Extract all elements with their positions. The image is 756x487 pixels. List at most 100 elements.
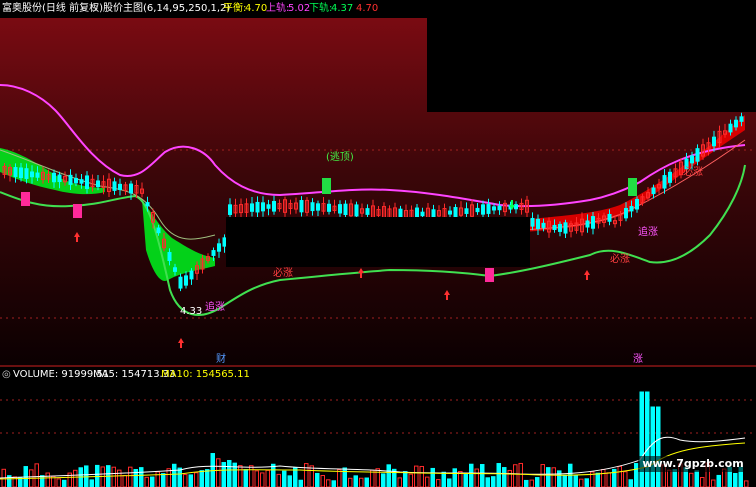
cai-marker[interactable]: 财 — [216, 352, 226, 365]
lower-value: 4.37 — [331, 3, 354, 14]
volume-panel[interactable]: ◎ VOLUME: 91999.51 MA5: 154713.33 MA10: … — [0, 367, 756, 487]
candle-body — [19, 167, 23, 179]
volume-bar — [386, 464, 391, 487]
volume-bar — [557, 470, 562, 487]
volume-bar — [474, 468, 479, 487]
volume-bar — [496, 463, 501, 487]
volume-bar — [551, 467, 556, 487]
volume-bar — [73, 469, 78, 487]
upper-label: 上轨: — [266, 3, 290, 14]
candle-body — [30, 171, 34, 178]
candle-body — [52, 172, 56, 183]
price-chart-panel[interactable]: (逃顶) 追涨 追涨 必涨 必涨 必涨 4.33 财 涨 — [0, 18, 756, 365]
volume-bar — [436, 479, 441, 487]
volume-bar — [672, 469, 677, 487]
marker-box-2 — [73, 204, 82, 218]
candle-body — [585, 220, 590, 228]
volume-bars — [1, 391, 749, 487]
volume-bar — [139, 467, 144, 487]
candle-body — [662, 175, 667, 189]
volume-bar — [34, 463, 39, 487]
volume-bar — [430, 467, 435, 487]
candle-body — [420, 211, 425, 217]
candle-body — [541, 222, 546, 228]
volume-bar — [205, 469, 210, 487]
escape-label: (逃顶) — [326, 150, 354, 163]
volume-bar — [172, 463, 177, 487]
volume-bar — [573, 474, 578, 487]
volume-bar — [161, 473, 166, 487]
candle-body — [112, 181, 117, 191]
candle-body — [266, 204, 271, 209]
volume-bar — [353, 475, 358, 487]
candle-body — [272, 200, 276, 212]
candle-body — [167, 252, 172, 261]
marker-box-5 — [628, 178, 637, 196]
candle-body — [74, 177, 78, 184]
lower-label: 下轨: — [309, 3, 333, 14]
volume-bar — [271, 463, 276, 487]
redacted-block-center — [226, 217, 530, 267]
volume-bar — [128, 466, 133, 487]
volume-bar — [480, 464, 485, 487]
candle-body — [57, 174, 62, 183]
volume-bar — [249, 465, 254, 487]
volume-bar — [579, 478, 584, 487]
candle-body — [365, 208, 370, 215]
candle-body — [651, 187, 656, 195]
candle-body — [338, 204, 342, 214]
up-arrow-icon — [358, 268, 364, 278]
volume-bar — [375, 468, 380, 487]
volume-bar — [194, 472, 199, 487]
zhang-marker[interactable]: 涨 — [633, 353, 643, 365]
volume-bar — [562, 474, 567, 487]
volume-bar — [56, 478, 61, 487]
volume-bar — [733, 473, 738, 487]
volume-bar — [452, 468, 457, 487]
candle-body — [85, 175, 89, 189]
volume-bar — [744, 480, 749, 487]
volume-bar — [403, 471, 408, 487]
up-arrow-icon — [178, 338, 184, 348]
volume-bar — [623, 471, 628, 487]
candle-body — [68, 174, 73, 185]
candle-body — [530, 217, 535, 227]
volume-bar — [397, 477, 402, 487]
volume-bar — [606, 472, 611, 487]
candle-body — [635, 198, 639, 210]
indicator-name[interactable]: 股价主图(6,14,95,250,1,2) — [103, 0, 230, 18]
volume-bar — [584, 478, 589, 487]
candle-body — [96, 180, 100, 188]
circle-dot-icon[interactable]: ⊙ — [90, 0, 98, 18]
volume-bar — [45, 472, 50, 487]
candle-body — [228, 204, 232, 215]
volume-bar — [320, 474, 325, 487]
volume-bar — [716, 474, 721, 487]
volume-bar — [254, 470, 259, 487]
volume-bar — [700, 477, 705, 487]
volume-bar — [595, 472, 600, 487]
volume-bar — [265, 469, 270, 487]
stock-name[interactable]: 富奥股份(日线 前复权) — [2, 0, 103, 18]
volume-bar — [469, 463, 474, 487]
volume-bar — [144, 476, 149, 487]
candle-body — [464, 208, 469, 214]
candle-body — [739, 116, 744, 122]
volume-bar — [89, 479, 94, 487]
candle-body — [624, 208, 628, 219]
candle-body — [118, 183, 122, 191]
volume-bar — [260, 472, 265, 487]
volume-bar — [529, 479, 534, 487]
volume-bar — [711, 479, 716, 487]
candle-body — [668, 171, 672, 183]
volume-bar — [359, 477, 364, 487]
volume-bar — [199, 470, 204, 487]
volume-bar — [111, 466, 116, 487]
volume-bar — [524, 479, 529, 487]
volume-bar — [507, 469, 512, 487]
candle-body — [250, 203, 254, 212]
candle-body — [327, 203, 331, 212]
volume-bar — [447, 478, 452, 487]
candle-body — [217, 243, 221, 252]
candle-body — [299, 200, 304, 213]
